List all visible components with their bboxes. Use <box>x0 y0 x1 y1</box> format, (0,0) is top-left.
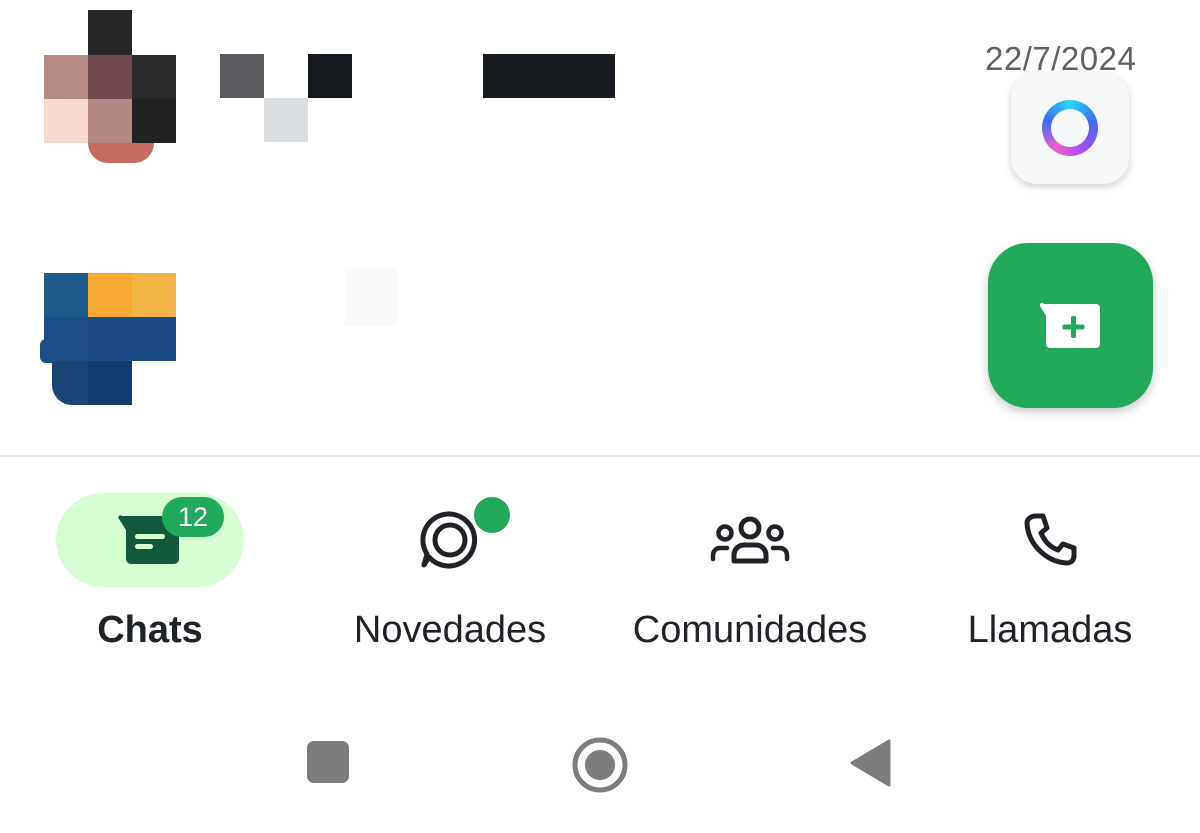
meta-ai-ring-icon <box>1042 100 1098 156</box>
contact-name-redacted <box>345 268 397 326</box>
contact-name-redacted <box>220 54 352 144</box>
phone-icon <box>1024 513 1077 566</box>
home-circle-icon <box>572 737 628 793</box>
back-triangle-icon <box>850 739 891 787</box>
tab-chats-label: Chats <box>97 609 203 651</box>
contact-avatar[interactable] <box>44 10 176 166</box>
unread-count-badge: 12 <box>162 497 224 537</box>
new-status-dot <box>474 497 510 533</box>
tab-chats[interactable]: 12 Chats <box>0 457 300 687</box>
meta-ai-button[interactable] <box>1011 72 1129 184</box>
communities-icon <box>710 516 790 564</box>
tab-novedades-label: Novedades <box>353 609 547 651</box>
tab-comunidades[interactable]: Comunidades <box>600 457 900 687</box>
tab-llamadas-label: Llamadas <box>967 609 1133 651</box>
new-chat-icon <box>1039 302 1100 348</box>
new-chat-button[interactable] <box>988 243 1153 408</box>
bottom-navigation: 12 Chats Novedades Comunidades Llamadas <box>0 457 1200 687</box>
tab-comunidades-label: Comunidades <box>632 609 868 651</box>
message-preview-redacted <box>483 54 615 98</box>
status-icon <box>420 511 478 569</box>
system-navigation-bar <box>0 700 1200 833</box>
square-icon <box>307 741 349 783</box>
whatsapp-screen: 22/7/2024 12 Chats Novedades Comunidades… <box>0 0 1200 833</box>
tab-llamadas[interactable]: Llamadas <box>900 457 1200 687</box>
home-button[interactable] <box>570 735 630 795</box>
contact-avatar[interactable] <box>40 273 176 408</box>
tab-novedades[interactable]: Novedades <box>300 457 600 687</box>
back-button[interactable] <box>848 738 892 788</box>
recent-apps-button[interactable] <box>306 740 350 784</box>
